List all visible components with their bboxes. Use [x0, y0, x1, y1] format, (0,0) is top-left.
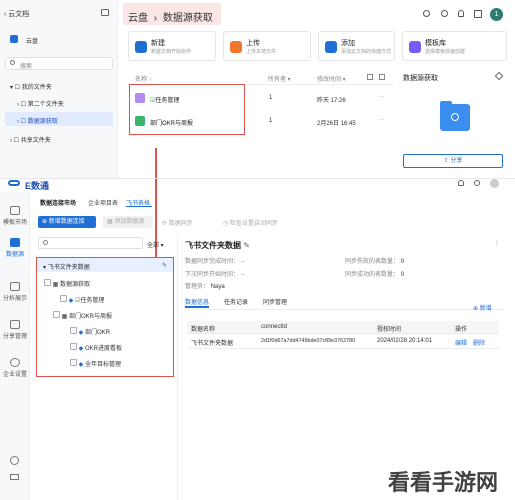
sidebar-analysis[interactable]: 分析展示	[0, 282, 30, 302]
nav-second-folder[interactable]: › ☐ 第二个文件夹	[17, 99, 64, 108]
delete-link[interactable]: 删除	[473, 338, 485, 347]
sidebar-title: 云文档	[8, 11, 30, 18]
help-icon[interactable]	[441, 10, 448, 17]
more-icon[interactable]: ···	[378, 117, 384, 123]
nav-drive[interactable]: 云盘	[26, 36, 38, 45]
bell-icon[interactable]	[458, 180, 464, 186]
highlight-box	[36, 257, 174, 377]
tab-task-log[interactable]: 任务记录	[224, 297, 248, 306]
th-auth-time: 授权时间	[377, 327, 402, 333]
nav-shared-folder[interactable]: › ☐ 共享文件夹	[10, 135, 51, 144]
sync-now-button[interactable]: ⟳ 数据同步	[162, 218, 193, 227]
th-actions: 操作	[455, 327, 468, 333]
add-button[interactable]: ⊕ 新增	[473, 303, 492, 312]
brand-logo-icon	[8, 180, 20, 186]
meta-next-sync: 下次同步开始时间： --	[185, 272, 245, 278]
edit-icon[interactable]	[494, 71, 504, 81]
search-icon	[10, 60, 15, 65]
add-datasource-button[interactable]: ▦ 添加数据源	[103, 216, 153, 228]
pin-icon: ✎	[243, 241, 250, 250]
search-input[interactable]: 搜索	[5, 57, 113, 70]
col-modified[interactable]: 修改时间 ▾	[317, 74, 346, 83]
chart-icon	[10, 282, 20, 291]
share-button[interactable]: ⇪ 分享	[403, 154, 503, 168]
meta-fail-count: 同步失败的表数量： 0	[345, 259, 405, 265]
avatar[interactable]: 1	[490, 8, 503, 21]
nav-my-folder[interactable]: ▾ ☐ 我的文件夹	[10, 82, 52, 91]
link-icon	[325, 41, 337, 53]
back-link[interactable]: ‹ 云文档	[4, 9, 29, 19]
tree-filter[interactable]: 全部 ▾	[147, 240, 164, 249]
new-connection-button[interactable]: ⊕ 新增数据连接	[38, 216, 96, 228]
template-icon	[409, 41, 421, 53]
user-icon[interactable]	[10, 456, 19, 465]
detail-title: 飞书文件夹数据 ✎	[185, 241, 250, 250]
card-add[interactable]: 添加 添加云文档的快捷方式	[318, 31, 395, 61]
breadcrumb-root[interactable]: 云盘	[128, 13, 148, 24]
people-icon	[451, 113, 459, 121]
tab-project[interactable]: 企业项目表	[88, 198, 118, 207]
highlight-box	[129, 84, 245, 135]
breadcrumb-current: 数据源获取	[162, 13, 213, 24]
gear-icon	[10, 358, 20, 367]
database-icon	[10, 238, 20, 247]
bell-icon[interactable]	[458, 10, 464, 17]
plus-icon	[135, 41, 147, 53]
card-template[interactable]: 模板库 选择模板快速创建	[402, 31, 507, 61]
th-connect-id: connectId	[261, 324, 288, 330]
auto-sync-button[interactable]: ◷ 检查设置自动同步	[223, 218, 278, 227]
sidebar-settings[interactable]: 企业设置	[0, 358, 30, 378]
card-upload[interactable]: 上传 上传本地文件	[223, 31, 311, 61]
avatar[interactable]	[490, 179, 499, 188]
meta-success-count: 同步成功的表数量： 0	[345, 272, 405, 278]
sidebar-datasource[interactable]: 数据源	[0, 238, 30, 258]
share-icon	[10, 320, 20, 329]
col-name[interactable]: 名称 ↑	[135, 74, 152, 83]
folder-icon	[440, 101, 470, 131]
tab-sync-manage[interactable]: 同步管理	[263, 297, 287, 306]
breadcrumb: 云盘 › 数据源获取	[128, 13, 213, 24]
sidebar-share[interactable]: 分享管理	[0, 320, 30, 340]
more-icon[interactable]: ···	[378, 94, 384, 100]
search-icon[interactable]	[423, 10, 430, 17]
brand-name: E数通	[25, 181, 50, 191]
collapse-icon[interactable]	[101, 9, 109, 16]
edit-link[interactable]: 编辑	[455, 338, 467, 347]
tab-market[interactable]: 数据连接市场	[40, 198, 76, 207]
tree-search-input[interactable]	[38, 237, 143, 249]
grid-icon[interactable]	[474, 10, 482, 18]
expand-icon[interactable]	[10, 474, 19, 480]
col-owner[interactable]: 所有者 ▾	[268, 74, 291, 83]
card-new[interactable]: 新建 新建文档开始协作	[128, 31, 216, 61]
template-icon	[10, 206, 20, 215]
sort-arrow-icon: ↑	[148, 77, 152, 83]
meta-manager: 管理员： Naya	[185, 284, 225, 290]
more-icon[interactable]: ⋮	[494, 240, 500, 247]
panel-title: 数据源获取	[403, 75, 438, 82]
list-view-icon[interactable]	[379, 74, 385, 80]
table-header	[187, 321, 499, 334]
drive-icon	[10, 35, 18, 43]
view-toggle-icon[interactable]	[367, 74, 373, 80]
th-name: 数据名称	[191, 327, 216, 333]
help-icon[interactable]	[474, 180, 480, 186]
sidebar-templates[interactable]: 模板市场	[0, 206, 30, 226]
watermark: 看看手游网	[388, 470, 499, 495]
tab-data-info[interactable]: 数据信息	[185, 297, 209, 306]
nav-data-folder[interactable]: › ☐ 数据源获取	[17, 116, 58, 125]
search-icon	[43, 240, 48, 245]
meta-last-sync: 数据同步完成时间： --	[185, 259, 245, 265]
upload-icon	[230, 41, 242, 53]
